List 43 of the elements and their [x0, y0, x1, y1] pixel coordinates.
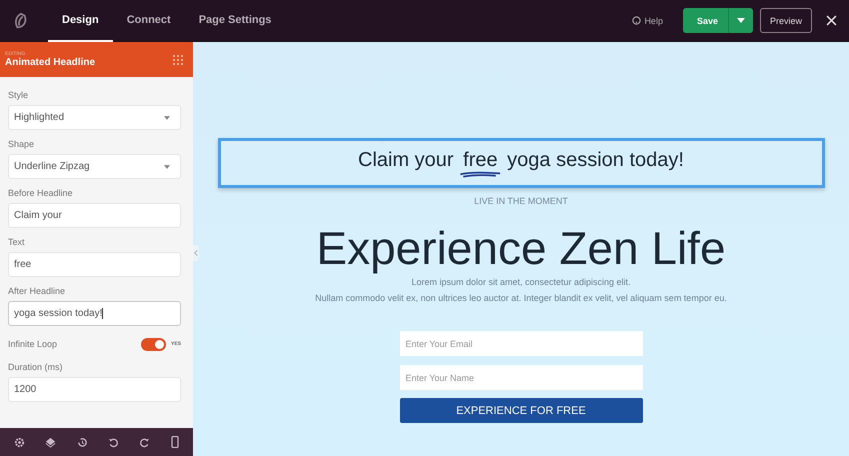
mobile-icon[interactable]	[170, 436, 179, 448]
toggle-switch[interactable]	[140, 338, 166, 350]
animated-headline: Claim your free yoga session today!	[352, 146, 690, 180]
text-field[interactable]: yoga session today!	[8, 301, 181, 326]
name-field[interactable]: Enter Your Name	[400, 365, 642, 390]
field-label: Shape	[8, 139, 36, 149]
text-field[interactable]: free	[8, 252, 181, 277]
text-field[interactable]: Claim your	[8, 203, 181, 228]
help-link[interactable]: Help	[626, 14, 669, 26]
hero-title: Experience Zen Life	[316, 222, 726, 274]
cta-button[interactable]: EXPERIENCE FOR FREE	[400, 398, 642, 423]
close-icon[interactable]	[826, 15, 837, 26]
headline-block[interactable]: Claim your free yoga session today!	[218, 138, 824, 188]
gear-icon[interactable]	[14, 436, 26, 448]
history-icon[interactable]	[76, 436, 88, 448]
dropdown[interactable]: Highlighted	[8, 105, 181, 130]
top-tab[interactable]: Page Settings	[184, 0, 286, 42]
field-label: Style	[8, 90, 30, 100]
field-label: Infinite Loop	[8, 339, 58, 349]
redo-icon[interactable]	[139, 436, 150, 448]
save-button[interactable]: Save	[682, 8, 729, 33]
top-tab[interactable]: Connect	[112, 0, 185, 42]
dropdown[interactable]: Underline Zipzag	[8, 154, 181, 179]
dropdown-arrow-icon	[164, 164, 170, 168]
body-text: Nullam commodo velit ex, non ultrices leo auctor at. Integer blandit ex velit, vel aliquam sem tempor eu.	[315, 292, 727, 305]
field-label: Before Headline	[8, 188, 74, 198]
field-label: After Headline	[8, 286, 66, 296]
email-field[interactable]: Enter Your Email	[400, 331, 642, 356]
body-text: Lorem ipsum dolor sit amet, consectetur adipiscing elit.	[411, 276, 631, 289]
undo-icon[interactable]	[108, 436, 120, 448]
layers-icon[interactable]	[45, 436, 56, 448]
collapse-handle[interactable]	[193, 245, 199, 261]
kicker-text: LIVE IN THE MOMENT	[474, 196, 568, 206]
preview-button[interactable]: Preview	[760, 8, 812, 33]
text-field[interactable]: 1200	[8, 377, 181, 402]
field-label: Duration (ms)	[8, 362, 64, 372]
field-label: Text	[8, 237, 26, 247]
dropdown-arrow-icon	[164, 116, 170, 120]
zigzag-underline-icon	[459, 170, 502, 178]
panel-title: Animated Headline	[5, 57, 96, 68]
grid-icon[interactable]	[172, 54, 184, 66]
help-icon	[632, 16, 642, 25]
caret-icon[interactable]	[736, 18, 745, 23]
